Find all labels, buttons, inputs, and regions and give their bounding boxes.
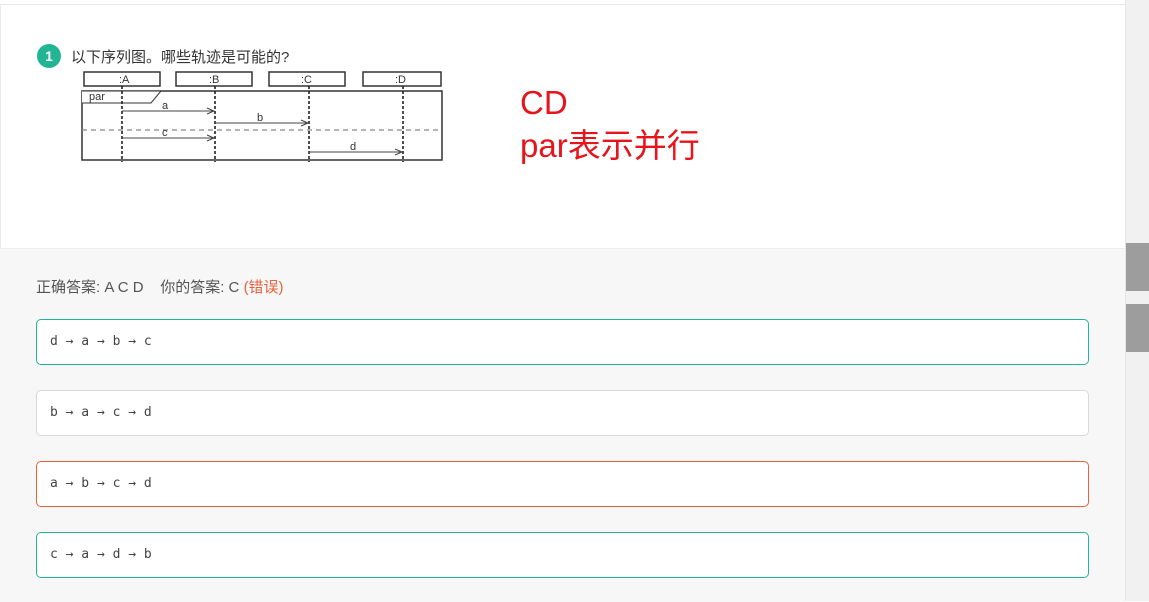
answer-status-badge: (错误) [243,279,284,296]
sequence-diagram: :A :B :C :D par a b c d [81,71,443,162]
answer-section: 正确答案: A C D 你的答案: C (错误) d → a → b → c b… [0,248,1125,602]
scrollbar-track[interactable] [1125,0,1149,601]
your-answer-value: C [228,279,240,296]
message-c-label: c [162,127,168,139]
annotation-answer: CD [520,84,568,121]
lifeline-label-b: :B [209,74,219,86]
scrollbar-thumb-secondary[interactable] [1126,304,1149,352]
lifeline-label-a: :A [119,74,130,86]
option-d[interactable]: c → a → d → b [36,532,1089,578]
option-b[interactable]: b → a → c → d [36,390,1089,436]
message-a-label: a [162,100,169,112]
option-c[interactable]: a → b → c → d [36,461,1089,507]
scrollbar-thumb[interactable] [1126,243,1149,291]
message-d-label: d [350,141,356,153]
content-area: 1 以下序列图。哪些轨迹是可能的? :A :B :C :D par a b c … [0,0,1126,602]
question-number-badge: 1 [37,44,61,68]
par-fragment-label: par [89,91,105,103]
option-a[interactable]: d → a → b → c [36,319,1089,365]
lifeline-label-c: :C [301,74,312,86]
correct-answer-label: 正确答案: [36,279,101,296]
question-text: 以下序列图。哪些轨迹是可能的? [71,49,290,66]
answer-summary: 正确答案: A C D 你的答案: C (错误) [36,276,284,297]
annotation-note: par表示并行 [520,127,700,164]
correct-answer-value: A C D [104,279,144,296]
lifeline-label-d: :D [395,74,406,86]
message-b-label: b [257,112,263,124]
question-card: 1 以下序列图。哪些轨迹是可能的? :A :B :C :D par a b c … [0,5,1126,248]
your-answer-label: 你的答案: [160,279,225,296]
